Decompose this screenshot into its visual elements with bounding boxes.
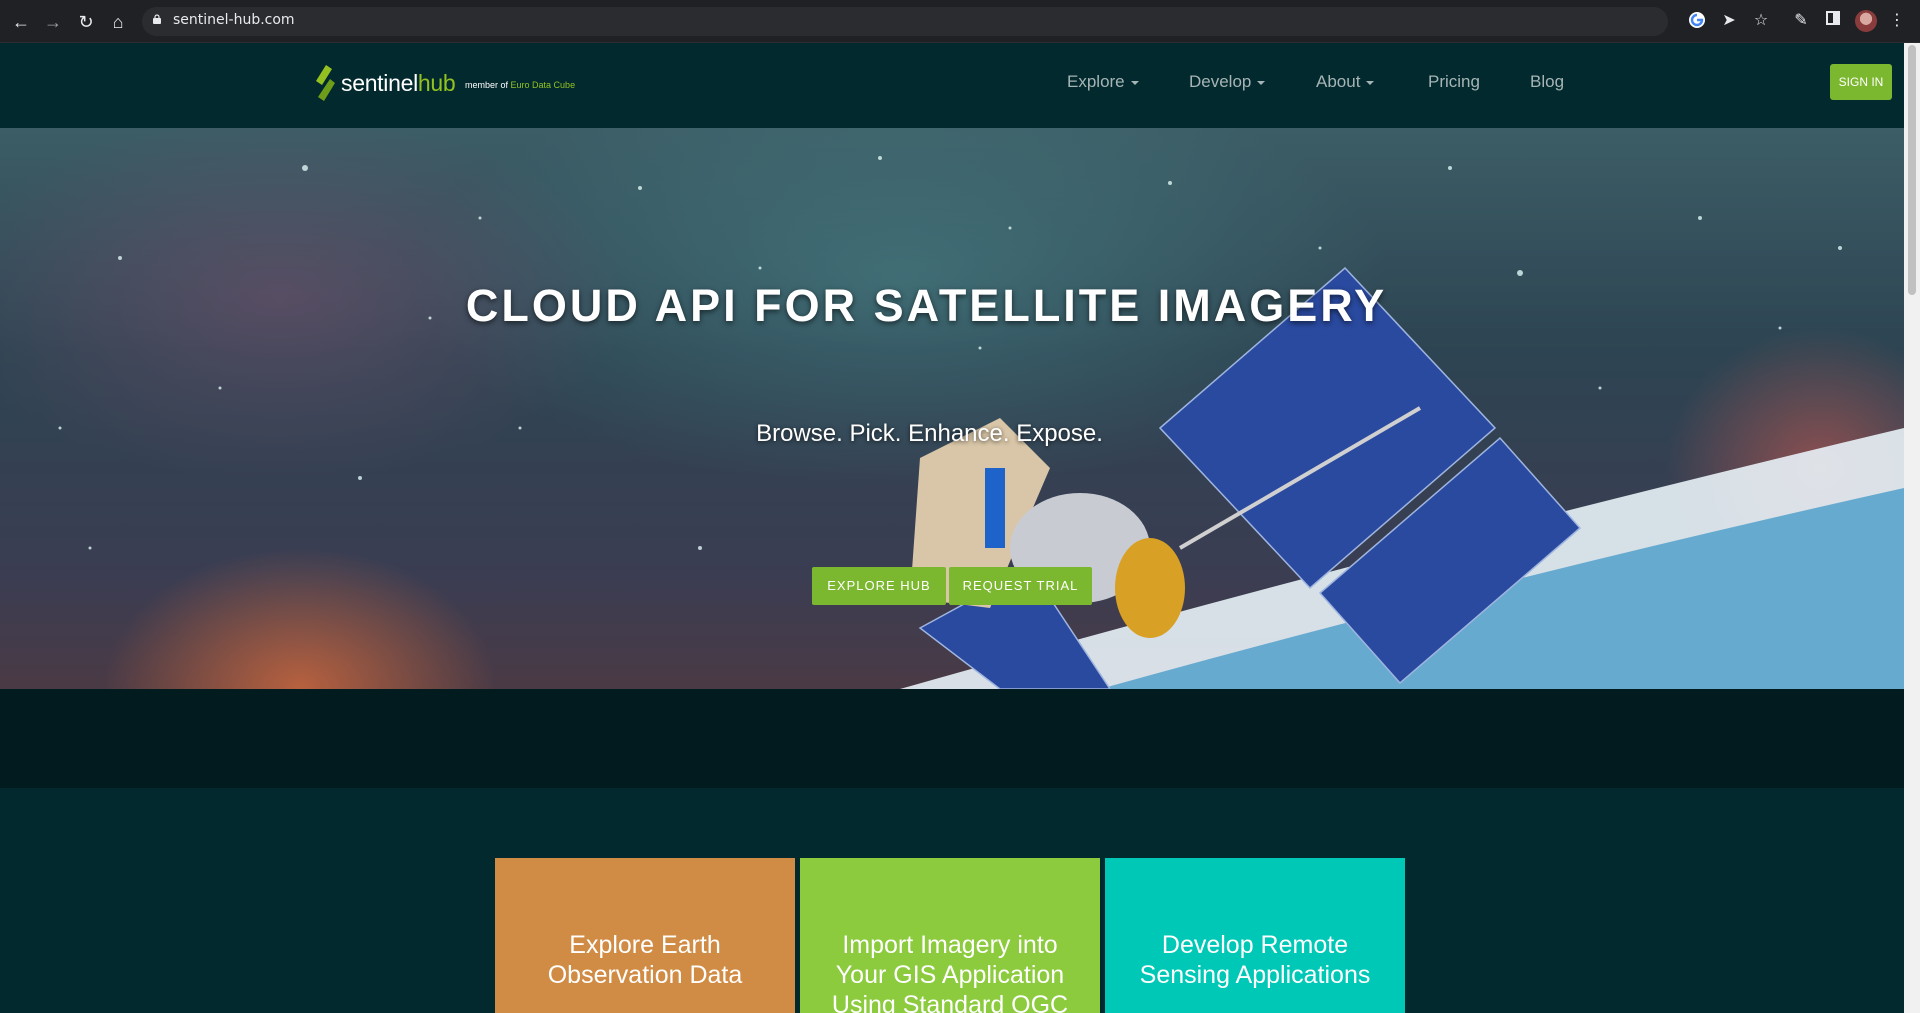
nav-develop-label: Develop xyxy=(1189,72,1252,91)
address-bar[interactable] xyxy=(142,7,1668,36)
hero-banner: CLOUD API FOR SATELLITE IMAGERY Browse. … xyxy=(0,128,1904,689)
caret-down-icon xyxy=(1257,80,1266,85)
euro-data-cube-link[interactable]: Euro Data Cube xyxy=(511,80,576,90)
extensions-icon[interactable]: ✎ xyxy=(1791,11,1811,31)
avatar[interactable] xyxy=(1855,10,1877,32)
logo-word-prefix: sentinel xyxy=(341,69,418,96)
card-develop-applications-text: Develop Remote Sensing Applications xyxy=(1139,931,1371,989)
share-icon[interactable]: ➤ xyxy=(1719,11,1739,31)
card-import-imagery[interactable]: Import Imagery into Your GIS Application… xyxy=(800,858,1100,1013)
site-logo[interactable]: sentinelhub xyxy=(312,61,456,105)
url-text[interactable]: sentinel-hub.com xyxy=(173,12,295,28)
nav-about-label: About xyxy=(1316,72,1361,91)
nav-blog-label: Blog xyxy=(1530,72,1565,91)
card-develop-applications[interactable]: Develop Remote Sensing Applications xyxy=(1105,858,1405,1013)
dark-band xyxy=(0,689,1904,788)
nav-pricing[interactable]: Pricing xyxy=(1428,72,1480,92)
card-import-imagery-text: Import Imagery into Your GIS Application… xyxy=(831,931,1069,1013)
reload-icon[interactable]: ↻ xyxy=(74,10,98,34)
nav-explore[interactable]: Explore xyxy=(1067,72,1139,92)
star-icon[interactable]: ☆ xyxy=(1751,11,1771,31)
hero-tagline-text: Browse. Pick. Enhance. Expose. xyxy=(756,420,1103,447)
back-icon[interactable]: ← xyxy=(9,10,33,34)
sidebar-icon[interactable] xyxy=(1823,11,1843,31)
sign-in-button[interactable]: SIGN IN xyxy=(1830,64,1892,100)
member-of-text: member of Euro Data Cube xyxy=(465,80,575,90)
google-icon[interactable] xyxy=(1687,11,1707,31)
sentinelhub-logo-icon xyxy=(316,65,335,101)
request-trial-button[interactable]: REQUEST TRIAL xyxy=(949,567,1092,605)
logo-word-suffix: hub xyxy=(417,69,456,96)
hero-title: CLOUD API FOR SATELLITE IMAGERY xyxy=(0,280,1904,332)
caret-down-icon xyxy=(1130,80,1139,85)
site-header: sentinelhub member of Euro Data Cube Exp… xyxy=(0,43,1904,128)
page-scrollbar[interactable] xyxy=(1904,43,1920,1013)
home-icon[interactable]: ⌂ xyxy=(106,10,130,34)
nav-pricing-label: Pricing xyxy=(1428,72,1480,91)
member-prefix: member of xyxy=(465,80,509,90)
browser-toolbar: ← → ↻ ⌂ sentinel-hub.com ➤ ☆ ✎ ⋮ xyxy=(0,0,1920,43)
nav-about[interactable]: About xyxy=(1316,72,1375,92)
explore-hub-button[interactable]: EXPLORE HUB xyxy=(812,567,946,605)
card-explore-data[interactable]: Explore Earth Observation Data xyxy=(495,858,795,1013)
menu-dots-icon[interactable]: ⋮ xyxy=(1887,11,1907,31)
hero-tagline: Browse. Pick. Enhance. Expose. xyxy=(0,420,1904,448)
card-explore-data-text: Explore Earth Observation Data xyxy=(547,931,743,989)
lock-icon xyxy=(153,14,161,24)
web-page: sentinelhub member of Euro Data Cube Exp… xyxy=(0,43,1904,1013)
forward-icon[interactable]: → xyxy=(41,10,65,34)
nav-develop[interactable]: Develop xyxy=(1189,72,1266,92)
nav-blog[interactable]: Blog xyxy=(1530,72,1564,92)
nav-explore-label: Explore xyxy=(1067,72,1125,91)
logo-wordmark: sentinelhub xyxy=(341,69,456,97)
hero-title-text: CLOUD API FOR SATELLITE IMAGERY xyxy=(465,280,1388,331)
scrollbar-thumb[interactable] xyxy=(1908,45,1916,295)
caret-down-icon xyxy=(1366,80,1375,85)
